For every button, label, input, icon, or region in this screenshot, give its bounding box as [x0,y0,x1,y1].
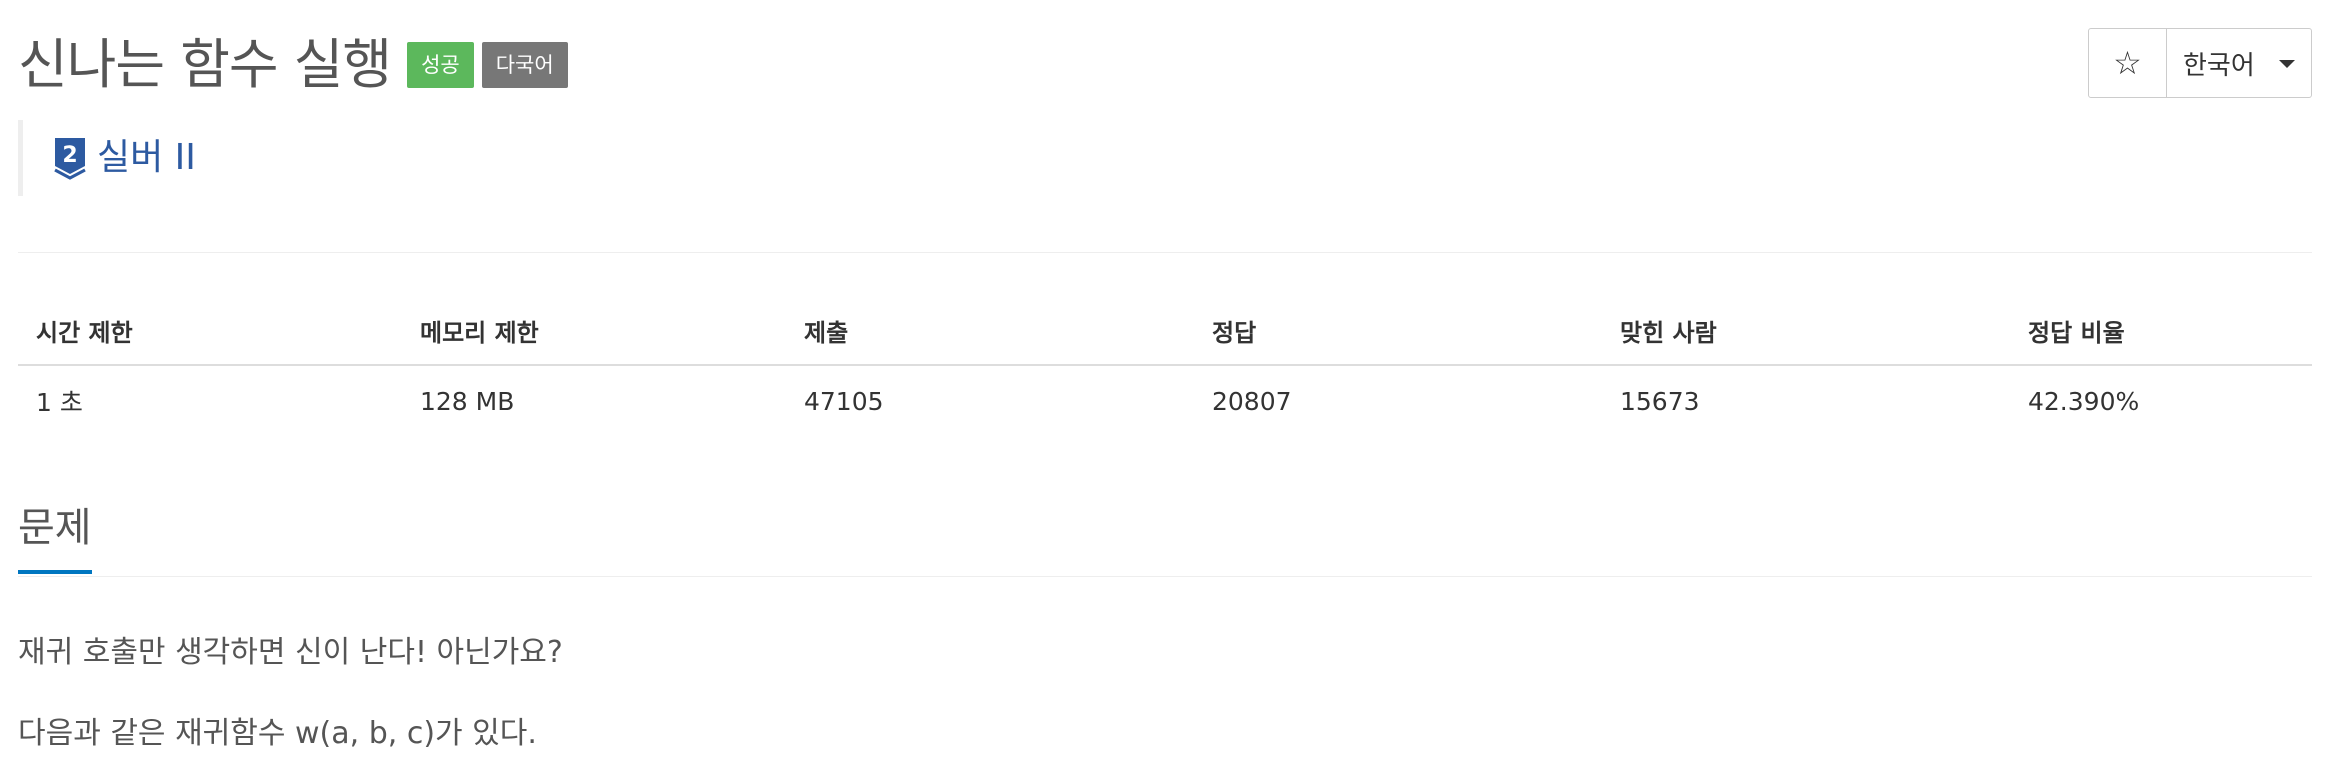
multilang-label: 다국어 [481,42,568,88]
table-row: 1 초 128 MB 47105 20807 15673 42.390% [18,365,2312,436]
section-title: 문제 [18,498,92,574]
problem-description-paragraph: 재귀 호출만 생각하면 신이 난다! 아닌가요? [18,635,563,670]
problem-actions: ☆ 한국어 [2088,28,2312,98]
header-accept-ratio: 정답 비율 [2010,296,2312,366]
language-label: 한국어 [2183,50,2255,81]
cell-accepted[interactable]: 20807 [1194,365,1602,436]
header-memory-limit: 메모리 제한 [402,296,786,366]
problem-info-table: 시간 제한 메모리 제한 제출 정답 맞힌 사람 정답 비율 1 초 128 M… [18,296,2312,436]
tier-badge-number: 2 [62,143,77,168]
header-time-limit: 시간 제한 [18,296,402,366]
tier-name[interactable]: 실버 II [97,136,196,180]
cell-accept-ratio: 42.390% [2028,386,2140,416]
cell-time-limit: 1 초 [36,388,83,417]
header-divider [18,252,2312,253]
tier-box: 2 실버 II [18,120,196,196]
tier-badge-icon: 2 [53,136,87,180]
header-submissions: 제출 [786,296,1194,366]
caret-down-icon [2279,60,2295,68]
title-row: 신나는 함수 실행 성공 다국어 [18,30,568,100]
star-button[interactable]: ☆ [2089,29,2167,97]
cell-solved-users[interactable]: 15673 [1602,365,2010,436]
star-icon: ☆ [2113,44,2142,82]
header-solved-users: 맞힌 사람 [1602,296,2010,366]
success-label: 성공 [407,42,474,88]
language-dropdown[interactable]: 한국어 [2167,29,2311,97]
header-accepted: 정답 [1194,296,1602,366]
table-header-row: 시간 제한 메모리 제한 제출 정답 맞힌 사람 정답 비율 [18,296,2312,366]
problem-section-header: 문제 [18,498,2312,577]
problem-page: 신나는 함수 실행 성공 다국어 2 실버 II ☆ 한국어 시간 제한 메모리… [18,0,2312,768]
problem-title: 신나는 함수 실행 [18,33,392,96]
problem-description-paragraph: 다음과 같은 재귀함수 w(a, b, c)가 있다. [18,716,537,751]
cell-memory-limit: 128 MB [420,386,515,416]
cell-submissions[interactable]: 47105 [786,365,1194,436]
